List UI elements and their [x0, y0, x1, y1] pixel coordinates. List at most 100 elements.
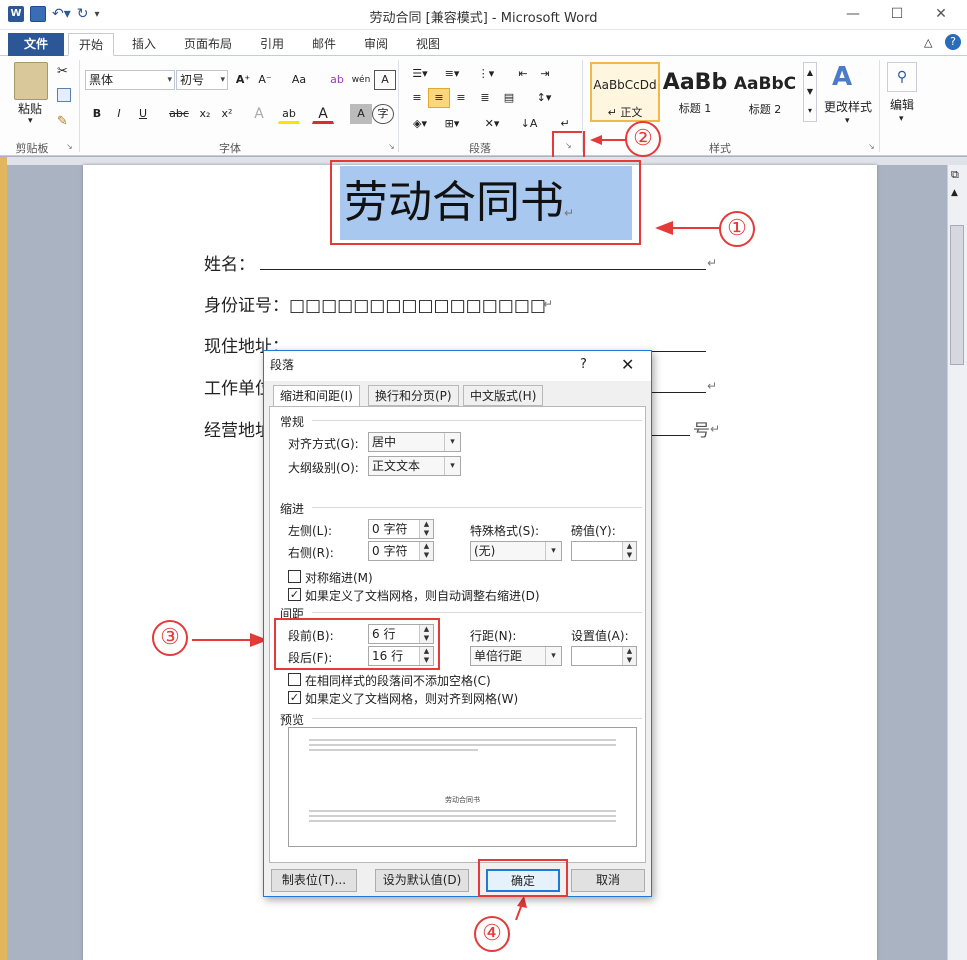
doc-line-name[interactable]: 姓名： [204, 250, 255, 275]
tab-review[interactable]: 审阅 [354, 33, 398, 56]
tab-view[interactable]: 视图 [406, 33, 450, 56]
minimize-button[interactable]: — [842, 4, 864, 24]
font-launcher-icon[interactable]: ↘ [388, 142, 395, 151]
change-styles-icon[interactable]: A [832, 62, 852, 92]
scroll-up-icon[interactable]: ▲ [951, 188, 958, 198]
close-window-button[interactable]: ✕ [930, 4, 952, 24]
underline-button[interactable]: U [132, 104, 154, 124]
no-space-checkbox[interactable] [288, 673, 301, 686]
help-icon[interactable]: ? [945, 34, 961, 50]
set-default-button[interactable]: 设为默认值(D) [375, 869, 469, 892]
editing-button[interactable]: 编辑 [890, 96, 914, 113]
tab-insert[interactable]: 插入 [122, 33, 166, 56]
cancel-button[interactable]: 取消 [571, 869, 645, 892]
decrease-indent-icon[interactable]: ⇤ [512, 64, 534, 84]
special-indent-select[interactable]: (无) ▾ [470, 541, 562, 561]
font-size-combo[interactable]: 初号 ▾ [176, 70, 228, 90]
style-heading-1[interactable]: AaBb 标题 1 [662, 62, 728, 122]
spinner-icon[interactable]: ▲ ▼ [419, 542, 433, 560]
spinner-icon[interactable]: ▲ ▼ [622, 542, 636, 560]
right-indent-input[interactable]: 0 字符 ▲ ▼ [368, 541, 434, 561]
strikethrough-button[interactable]: abc [166, 104, 192, 124]
align-center-icon[interactable]: ≡ [428, 88, 450, 108]
chevron-down-icon: ▾ [444, 433, 460, 451]
tab-asian-typography[interactable]: 中文版式(H) [463, 385, 544, 406]
auto-adjust-checkbox[interactable]: ✓ [288, 588, 301, 601]
find-icon[interactable]: ⚲ [887, 62, 917, 92]
paste-dropdown-icon[interactable]: ▾ [28, 116, 33, 126]
subscript-button[interactable]: x₂ [194, 104, 216, 124]
snap-grid-checkbox[interactable]: ✓ [288, 691, 301, 704]
ruler-toggle-icon[interactable]: ⧉ [951, 168, 959, 182]
font-name-combo[interactable]: 黑体 ▾ [85, 70, 175, 90]
paragraph-group-label: 段落 [469, 142, 491, 155]
multilevel-list-icon[interactable]: ⋮▾ [472, 64, 500, 84]
format-painter-icon[interactable]: ✎ [57, 114, 68, 129]
style-heading-2[interactable]: AaBbC 标题 2 [732, 62, 798, 122]
outline-level-select[interactable]: 正文文本 ▾ [368, 456, 461, 476]
tab-home[interactable]: 开始 [68, 33, 115, 56]
style-heading-1-label: 标题 1 [678, 102, 712, 115]
shrink-font-icon[interactable]: A⁻ [254, 70, 276, 90]
text-effects-icon[interactable]: A [248, 104, 270, 124]
collapse-ribbon-icon[interactable]: △ [924, 36, 932, 49]
bullets-icon[interactable]: ☰▾ [406, 64, 434, 84]
styles-launcher-icon[interactable]: ↘ [868, 142, 875, 151]
doc-line-id[interactable]: 身份证号：□□□□□□□□□□□□□□□□ [204, 291, 546, 316]
phonetic-guide-icon[interactable]: wén [350, 70, 372, 90]
left-indent-input[interactable]: 0 字符 ▲ ▼ [368, 519, 434, 539]
indent-by-input[interactable]: ▲ ▼ [571, 541, 637, 561]
paste-icon[interactable] [14, 62, 48, 100]
shading-icon[interactable]: ◈▾ [406, 114, 434, 134]
superscript-button[interactable]: x² [216, 104, 238, 124]
mirror-indent-checkbox[interactable] [288, 570, 301, 583]
doc-line-employer[interactable]: 工作单位： [204, 374, 264, 399]
distributed-icon[interactable]: ▤ [498, 88, 520, 108]
tab-indent-spacing[interactable]: 缩进和间距(I) [273, 385, 360, 407]
bold-button[interactable]: B [86, 104, 108, 124]
alignment-select[interactable]: 居中 ▾ [368, 432, 461, 452]
line-spacing-select[interactable]: 单倍行距 ▾ [470, 646, 562, 666]
enclose-char-icon[interactable]: 字 [372, 104, 394, 124]
chinese-layout-icon[interactable]: ✕▾ [478, 114, 506, 134]
change-styles-button[interactable]: 更改样式 [824, 98, 872, 115]
font-color-icon[interactable]: A [312, 104, 334, 124]
tabs-button[interactable]: 制表位(T)... [271, 869, 357, 892]
grow-font-icon[interactable]: A⁺ [232, 70, 254, 90]
tab-references[interactable]: 引用 [250, 33, 294, 56]
change-case-button[interactable]: Aa [286, 70, 312, 90]
align-right-icon[interactable]: ≡ [450, 88, 472, 108]
clear-format-icon[interactable]: ab [326, 70, 348, 90]
highlight-icon[interactable]: ab [278, 104, 300, 124]
line-spacing-icon[interactable]: ↕▾ [530, 88, 558, 108]
tab-mailings[interactable]: 邮件 [302, 33, 346, 56]
outline-level-value: 正文文本 [372, 459, 421, 473]
doc-line-business-address[interactable]: 经营地址： [204, 416, 264, 441]
maximize-button[interactable]: ☐ [886, 4, 908, 24]
justify-icon[interactable]: ≣ [474, 88, 496, 108]
style-normal[interactable]: AaBbCcDd ↵ 正文 [590, 62, 660, 122]
sort-icon[interactable]: ↓A [518, 114, 540, 134]
increase-indent-icon[interactable]: ⇥ [534, 64, 556, 84]
spinner-icon[interactable]: ▲ ▼ [419, 520, 433, 538]
italic-button[interactable]: I [108, 104, 130, 124]
scrollbar-thumb[interactable] [950, 225, 964, 365]
numbering-icon[interactable]: ≡▾ [438, 64, 466, 84]
spacing-at-input[interactable]: ▲ ▼ [571, 646, 637, 666]
borders-icon[interactable]: ⊞▾ [438, 114, 466, 134]
spinner-icon[interactable]: ▲ ▼ [622, 647, 636, 665]
tab-page-layout[interactable]: 页面布局 [174, 33, 242, 56]
copy-icon[interactable] [57, 88, 71, 102]
clipboard-launcher-icon[interactable]: ↘ [66, 142, 73, 151]
tab-file[interactable]: 文件 [8, 33, 64, 56]
dialog-help-button[interactable]: ? [580, 357, 587, 372]
align-left-icon[interactable]: ≡ [406, 88, 428, 108]
char-shading-icon[interactable]: A [350, 104, 372, 124]
cut-icon[interactable]: ✂ [57, 64, 68, 79]
paste-button[interactable]: 粘贴 [18, 100, 42, 117]
dialog-close-icon[interactable]: ✕ [621, 355, 634, 374]
chevron-down-icon: ▾ [899, 114, 904, 124]
char-border-icon[interactable]: A [374, 70, 396, 90]
tab-line-page-breaks[interactable]: 换行和分页(P) [368, 385, 459, 406]
styles-scroll[interactable]: ▲ ▼ ▾ [803, 62, 817, 122]
